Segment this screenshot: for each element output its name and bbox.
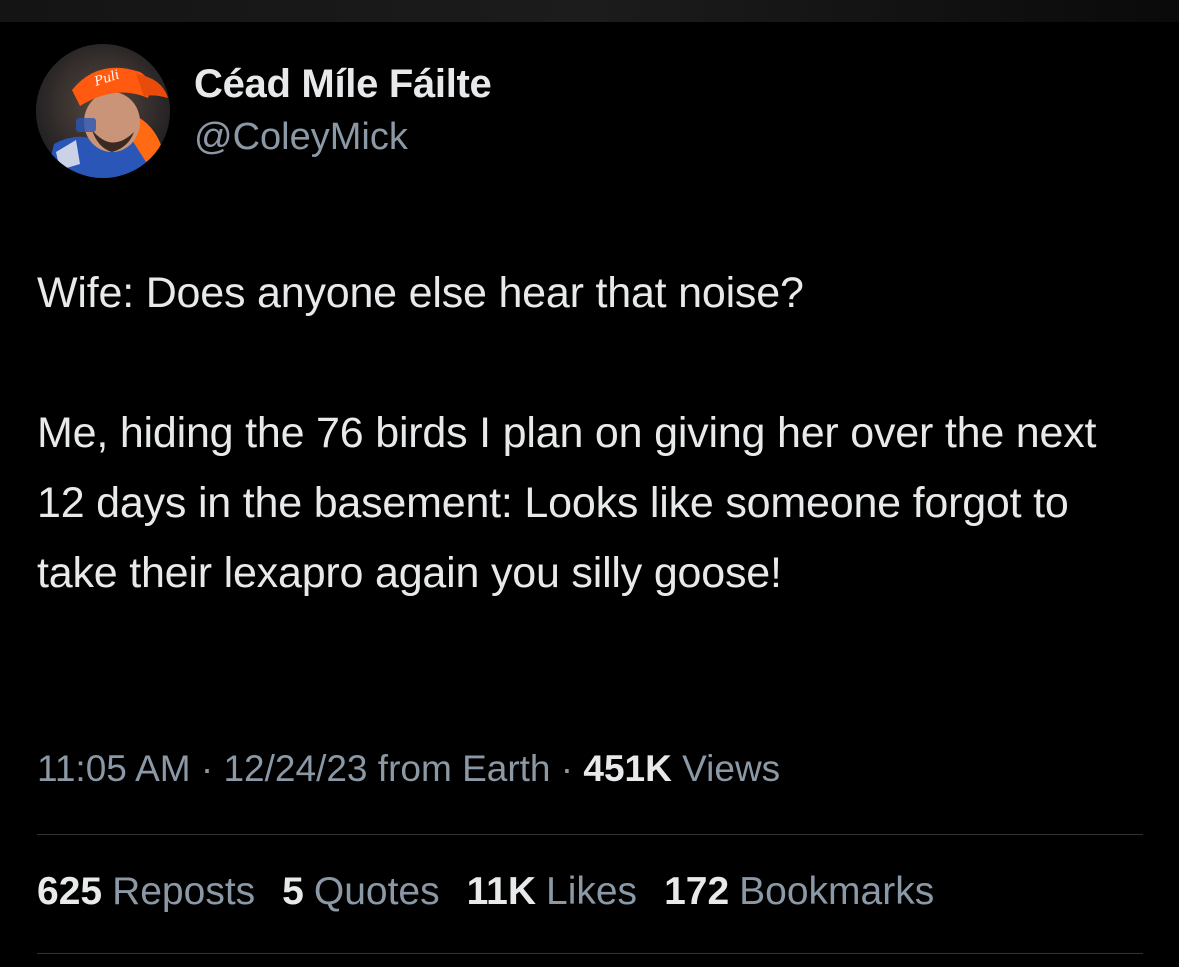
reposts-stat[interactable]: 625 Reposts	[37, 870, 255, 914]
likes-label: Likes	[546, 870, 638, 913]
tweet-text: Wife: Does anyone else hear that noise? …	[37, 258, 1147, 608]
profile-photo-icon: Puli	[36, 44, 170, 178]
divider	[37, 834, 1143, 835]
tweet-metadata: 11:05 AM · 12/24/23 from Earth · 451K Vi…	[37, 748, 780, 790]
likes-stat[interactable]: 11K Likes	[467, 870, 637, 914]
tweet-time[interactable]: 11:05 AM	[37, 748, 191, 789]
user-handle[interactable]: @ColeyMick	[194, 116, 408, 159]
divider	[37, 953, 1143, 954]
reposts-label: Reposts	[112, 870, 256, 913]
quotes-stat[interactable]: 5 Quotes	[282, 870, 439, 914]
bookmarks-stat[interactable]: 172 Bookmarks	[664, 870, 934, 914]
bookmarks-label: Bookmarks	[739, 870, 935, 913]
views-count: 451K	[583, 748, 672, 789]
quotes-count: 5	[282, 870, 304, 913]
bookmarks-count: 172	[664, 870, 730, 913]
avatar[interactable]: Puli	[36, 44, 170, 178]
tweet-date[interactable]: 12/24/23	[223, 748, 367, 789]
separator-dot: ·	[560, 748, 574, 789]
tweet-paragraph: Me, hiding the 76 birds I plan on giving…	[37, 409, 1097, 597]
tweet-paragraph: Wife: Does anyone else hear that noise?	[37, 269, 804, 317]
separator-dot: ·	[200, 748, 214, 789]
views-label: Views	[682, 748, 781, 789]
display-name[interactable]: Céad Míle Fáilte	[194, 62, 492, 107]
reposts-count: 625	[37, 870, 103, 913]
quotes-label: Quotes	[313, 870, 440, 913]
likes-count: 11K	[466, 870, 537, 913]
top-edge-bar	[0, 0, 1179, 22]
engagement-stats: 625 Reposts 5 Quotes 11K Likes 172 Bookmarks	[37, 870, 934, 914]
tweet-source: from Earth	[377, 748, 551, 789]
